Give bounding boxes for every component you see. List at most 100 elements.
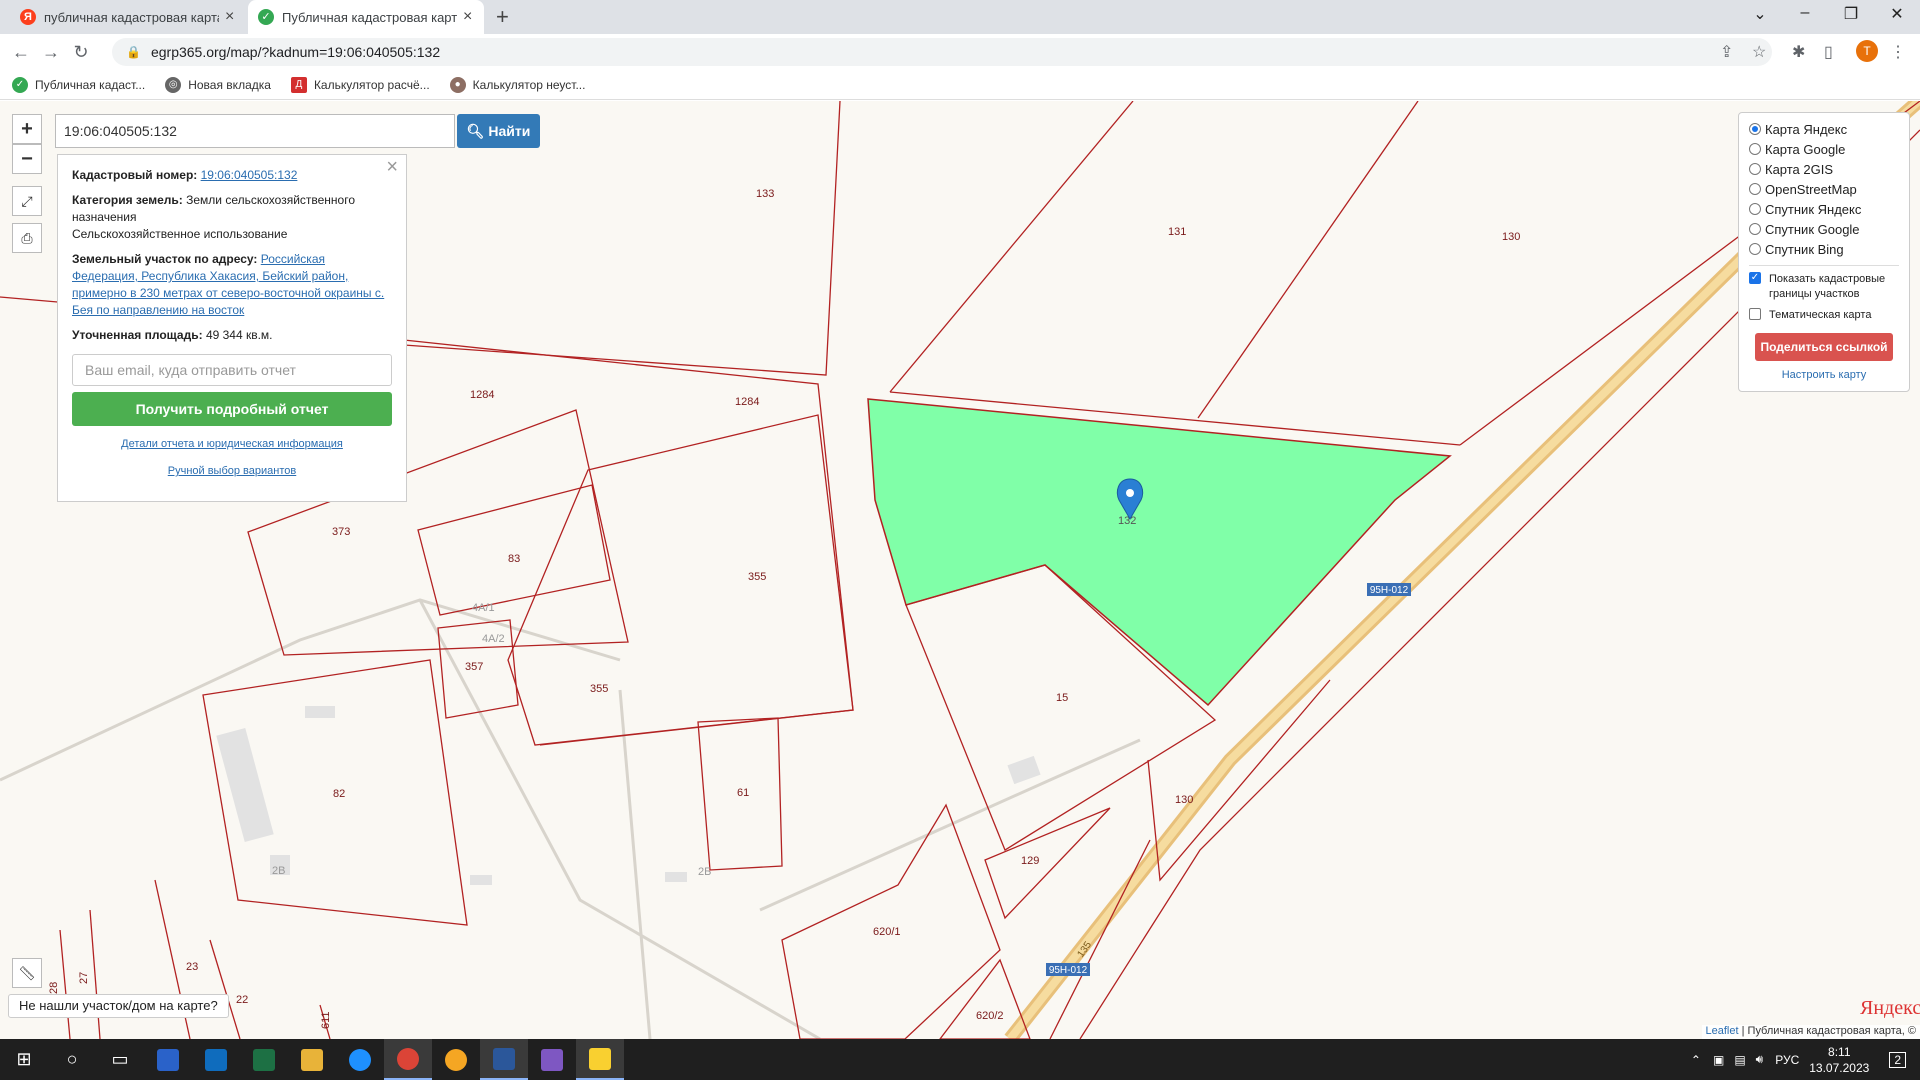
parcel-label: 355 (590, 683, 608, 695)
parcel-label: 355 (748, 571, 766, 583)
building (305, 706, 335, 718)
selected-parcel[interactable] (867, 398, 1452, 707)
get-report-button[interactable]: Получить подробный отчет (72, 392, 392, 426)
bookmark-item[interactable]: ● Калькулятор неуст... (449, 76, 585, 93)
find-button[interactable]: 🔍︎ Найти (457, 114, 540, 148)
not-found-button[interactable]: Не нашли участок/дом на карте? (8, 994, 229, 1018)
search-icon[interactable]: ○ (48, 1039, 96, 1080)
excel-icon[interactable] (240, 1039, 288, 1080)
parcel-boundary (89, 909, 101, 1039)
menu-icon[interactable]: ⋮ (1890, 42, 1906, 62)
cadnum-link[interactable]: 19:06:040505:132 (201, 168, 298, 182)
fullscreen-icon[interactable]: ⤢ (12, 186, 42, 216)
forward-icon[interactable]: → (36, 42, 66, 63)
tab-search-icon[interactable]: ⌄ (1745, 4, 1775, 24)
chevron-up-icon[interactable]: ⌃ (1691, 1053, 1701, 1067)
close-icon[interactable]: × (386, 157, 398, 177)
email-field[interactable]: Ваш email, куда отправить отчет (72, 354, 392, 386)
parcel-label: 132 (1118, 515, 1136, 527)
parcel-label: 4А/1 (472, 602, 495, 614)
layer-label: Спутник Google (1765, 221, 1860, 237)
layer-label: Спутник Яндекс (1765, 201, 1862, 217)
show-borders-label: Показать кадастровые границы участков (1769, 273, 1886, 300)
layer-option[interactable]: Спутник Bing (1749, 239, 1899, 259)
close-tab-icon[interactable]: × (225, 8, 234, 26)
configure-map-link[interactable]: Настроить карту (1782, 369, 1867, 381)
back-icon[interactable]: ← (6, 42, 36, 63)
checkbox-icon[interactable]: ✓ (1749, 272, 1761, 284)
language-indicator[interactable]: РУС (1775, 1053, 1799, 1067)
show-borders-toggle[interactable]: ✓ Показать кадастровые границы участков (1749, 272, 1899, 302)
reload-icon[interactable]: ↻ (66, 42, 96, 63)
extensions-icon[interactable]: ✱ (1792, 42, 1805, 62)
radio-icon[interactable] (1749, 183, 1761, 195)
bookmark-item[interactable]: Д Калькулятор расчё... (290, 76, 430, 93)
parcel-label: 133 (756, 188, 774, 200)
print-icon[interactable]: ⎙ (12, 223, 42, 253)
layer-option[interactable]: OpenStreetMap (1749, 179, 1899, 199)
ruler-icon[interactable]: 📏︎ (12, 958, 42, 988)
parcel-boundary (507, 414, 854, 746)
report-details-link[interactable]: Детали отчета и юридическая информация (121, 438, 343, 450)
share-icon[interactable]: ⇪ (1720, 42, 1733, 62)
parcel-label: 131 (1168, 226, 1186, 238)
bookmark-item[interactable]: ✓ Публичная кадаст... (12, 76, 145, 93)
clock-date: 13.07.2023 (1809, 1060, 1870, 1075)
radio-icon[interactable] (1749, 203, 1761, 215)
bookmark-item[interactable]: ◎ Новая вкладка (165, 76, 271, 93)
zoom-out-button[interactable]: − (12, 144, 42, 174)
sticky-notes-icon[interactable] (576, 1039, 624, 1080)
clock[interactable]: 8:11 13.07.2023 (1809, 1044, 1869, 1076)
minimize-button[interactable]: – (1790, 4, 1820, 22)
parcel-label: 2В (272, 865, 285, 877)
folder-icon[interactable] (288, 1039, 336, 1080)
layer-option[interactable]: Спутник Google (1749, 219, 1899, 239)
share-link-button[interactable]: Поделиться ссылкой (1755, 333, 1893, 361)
system-tray: ⌃ ▣ ▤ 🔊︎ РУС 8:11 13.07.2023 2 (1691, 1039, 1920, 1080)
radio-icon[interactable] (1749, 143, 1761, 155)
restore-button[interactable]: ❐ (1836, 4, 1866, 24)
layer-option[interactable]: Спутник Яндекс (1749, 199, 1899, 219)
layer-label: Спутник Bing (1765, 241, 1844, 257)
leaflet-link[interactable]: Leaflet (1706, 1025, 1739, 1037)
tab-cadastral-map[interactable]: ✓ Публичная кадастровая карта Х × (248, 0, 484, 34)
avatar[interactable]: Т (1856, 40, 1878, 62)
browser-app-icon[interactable] (432, 1039, 480, 1080)
close-tab-icon[interactable]: × (463, 8, 472, 26)
task-view-icon[interactable]: ▭ (96, 1039, 144, 1080)
app-icon[interactable] (528, 1039, 576, 1080)
volume-icon[interactable]: 🔊︎ (1756, 1052, 1764, 1067)
radio-icon[interactable] (1749, 123, 1761, 135)
app-icon[interactable] (144, 1039, 192, 1080)
zoom-in-button[interactable]: + (12, 114, 42, 144)
thematic-toggle[interactable]: Тематическая карта (1749, 308, 1899, 323)
mail-icon[interactable] (192, 1039, 240, 1080)
radio-icon[interactable] (1749, 163, 1761, 175)
chrome-icon[interactable] (384, 1039, 432, 1080)
side-panel-icon[interactable]: ▯ (1824, 42, 1833, 62)
search-input[interactable]: 19:06:040505:132 (55, 114, 455, 148)
start-icon[interactable]: ⊞ (0, 1039, 48, 1080)
ie-icon[interactable] (336, 1039, 384, 1080)
checkbox-icon[interactable] (1749, 308, 1761, 320)
manual-select-link[interactable]: Ручной выбор вариантов (168, 465, 296, 477)
layer-option[interactable]: Карта Google (1749, 139, 1899, 159)
tab-yandex-search[interactable]: Я публичная кадастровая карта р × (10, 0, 246, 34)
parcel-label: 620/2 (976, 1010, 1004, 1022)
network-icon[interactable]: ▣ (1713, 1053, 1724, 1067)
use-value: Сельскохозяйственное использование (72, 227, 288, 241)
map-canvas[interactable]: 95Н-012 95Н-012 135 133 131 130 1284 128… (0, 101, 1920, 1039)
parcel-label: 61 (737, 787, 749, 799)
close-window-button[interactable]: ✕ (1882, 4, 1912, 24)
word-icon[interactable] (480, 1039, 528, 1080)
notifications-icon[interactable]: 2 (1889, 1051, 1906, 1068)
radio-icon[interactable] (1749, 223, 1761, 235)
address-bar[interactable]: 🔒 egrp365.org/map/?kadnum=19:06:040505:1… (112, 38, 1772, 66)
wifi-icon[interactable]: ▤ (1734, 1053, 1745, 1067)
new-tab-button[interactable]: + (496, 4, 509, 30)
layer-option[interactable]: Карта 2GIS (1749, 159, 1899, 179)
tab-title: публичная кадастровая карта р (44, 9, 219, 25)
star-icon[interactable]: ☆ (1752, 42, 1766, 62)
layer-option[interactable]: Карта Яндекс (1749, 119, 1899, 139)
radio-icon[interactable] (1749, 243, 1761, 255)
